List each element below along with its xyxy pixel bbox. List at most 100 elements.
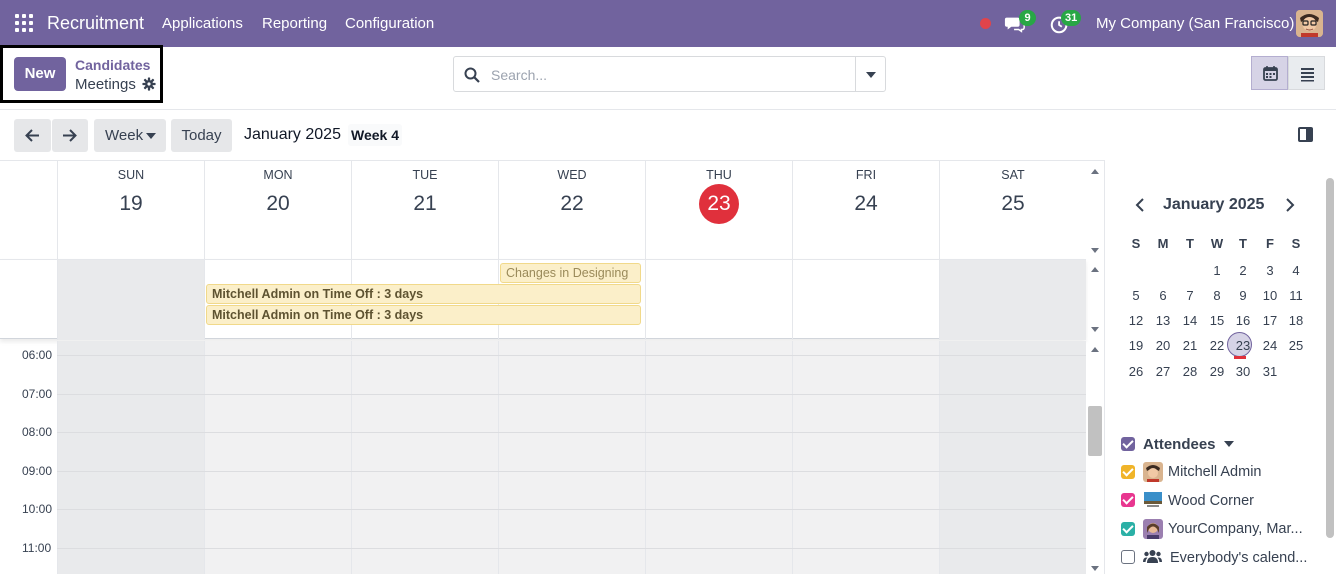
mini-day[interactable]: 4 [1284, 263, 1308, 278]
allday-cell[interactable] [939, 260, 1086, 340]
mini-day[interactable]: 24 [1258, 338, 1282, 353]
users-icon [1143, 550, 1162, 563]
mini-day[interactable]: 17 [1258, 313, 1282, 328]
sidebar-toggle-icon[interactable] [1298, 127, 1313, 142]
day-number: 25 [1001, 192, 1025, 215]
scroll-down-icon[interactable] [1091, 248, 1099, 253]
next-button[interactable] [52, 119, 88, 152]
day-header[interactable]: TUE 21 [351, 161, 498, 259]
day-header[interactable]: SAT 25 [939, 161, 1086, 259]
mini-day[interactable]: 19 [1124, 338, 1148, 353]
mini-day[interactable]: 15 [1205, 313, 1229, 328]
attendees-title[interactable]: Attendees [1143, 436, 1234, 453]
mini-prev-icon[interactable] [1133, 197, 1147, 213]
mini-day[interactable]: 22 [1205, 338, 1229, 353]
hour-line [57, 432, 1086, 433]
allday-cell[interactable] [645, 260, 792, 340]
breadcrumb-candidates[interactable]: Candidates [75, 57, 150, 73]
attendee-checkbox[interactable] [1121, 522, 1135, 536]
mini-day[interactable]: 28 [1178, 364, 1202, 379]
mini-day[interactable]: 21 [1178, 338, 1202, 353]
search-input[interactable] [491, 64, 851, 86]
scroll-down-icon[interactable] [1091, 327, 1099, 332]
day-name: TUE [412, 168, 438, 182]
time-column[interactable] [204, 341, 351, 574]
mini-day[interactable]: 2 [1231, 263, 1255, 278]
event-time-off[interactable]: Mitchell Admin on Time Off : 3 days [206, 284, 641, 304]
time-column[interactable] [498, 341, 645, 574]
attendee-checkbox[interactable] [1121, 493, 1135, 507]
user-avatar[interactable] [1296, 10, 1323, 37]
mini-day[interactable]: 20 [1151, 338, 1175, 353]
allday-cell[interactable] [57, 260, 204, 340]
event-changes-in-designing[interactable]: Changes in Designing [500, 263, 641, 283]
status-dot-icon[interactable] [980, 18, 991, 29]
day-header[interactable]: MON 20 [204, 161, 351, 259]
mini-weekday-head: T [1239, 236, 1247, 251]
scroll-down-icon[interactable] [1091, 566, 1099, 571]
hour-line [57, 355, 1086, 356]
event-time-off[interactable]: Mitchell Admin on Time Off : 3 days [206, 305, 641, 325]
today-button[interactable]: Today [171, 119, 232, 152]
mini-day[interactable]: 11 [1284, 288, 1308, 303]
calendar-view-button[interactable] [1251, 56, 1288, 90]
scale-dropdown[interactable]: Week [94, 119, 166, 152]
mini-day[interactable]: 10 [1258, 288, 1282, 303]
previous-button[interactable] [14, 119, 51, 152]
menu-applications[interactable]: Applications [162, 15, 243, 32]
mini-day[interactable]: 18 [1284, 313, 1308, 328]
list-view-button[interactable] [1288, 56, 1325, 90]
mini-day[interactable]: 16 [1231, 313, 1255, 328]
week-calendar: SUN 19 MON 20 TUE 21 WED 22 THU 23 FRI 24 SAT 25 Chan… [0, 160, 1104, 574]
mini-day[interactable]: 3 [1258, 263, 1282, 278]
company-switcher[interactable]: My Company (San Francisco) [1096, 15, 1294, 32]
time-column[interactable] [57, 341, 204, 574]
mini-day[interactable]: 1 [1205, 263, 1229, 278]
mini-day[interactable]: 13 [1151, 313, 1175, 328]
time-column[interactable] [351, 341, 498, 574]
day-header[interactable]: SUN 19 [57, 161, 204, 259]
mini-day[interactable]: 27 [1151, 364, 1175, 379]
menu-configuration[interactable]: Configuration [345, 15, 434, 32]
allday-cell[interactable] [792, 260, 939, 340]
time-column[interactable] [645, 341, 792, 574]
hour-label: 07:00 [22, 387, 53, 401]
attendee-checkbox[interactable] [1121, 550, 1135, 564]
day-number: 21 [413, 192, 437, 215]
mini-day[interactable]: 7 [1178, 288, 1202, 303]
new-button[interactable]: New [14, 57, 66, 91]
today-day-number: 23 [699, 184, 739, 224]
mini-day[interactable]: 26 [1124, 364, 1148, 379]
day-header[interactable]: WED 22 [498, 161, 645, 259]
mini-day[interactable]: 29 [1205, 364, 1229, 379]
search-options-toggle[interactable] [855, 57, 885, 91]
mini-day[interactable]: 5 [1124, 288, 1148, 303]
mini-day[interactable]: 9 [1231, 288, 1255, 303]
menu-reporting[interactable]: Reporting [262, 15, 327, 32]
day-header[interactable]: FRI 24 [792, 161, 939, 259]
attendee-checkbox[interactable] [1121, 465, 1135, 479]
attendee-name: Wood Corner [1168, 493, 1254, 509]
mini-day[interactable]: 30 [1231, 364, 1255, 379]
day-header[interactable]: THU 23 [645, 161, 792, 259]
mini-day[interactable]: 12 [1124, 313, 1148, 328]
mini-day[interactable]: 14 [1178, 313, 1202, 328]
mini-day[interactable]: 6 [1151, 288, 1175, 303]
page-scrollbar[interactable] [1326, 178, 1334, 538]
mini-day[interactable]: 8 [1205, 288, 1229, 303]
attendee-avatar [1143, 519, 1163, 539]
gear-icon[interactable] [142, 77, 156, 91]
mini-day-selected[interactable]: 23 [1231, 338, 1255, 353]
scroll-up-icon[interactable] [1091, 169, 1099, 174]
mini-day[interactable]: 31 [1258, 364, 1282, 379]
mini-day[interactable]: 25 [1284, 338, 1308, 353]
mini-next-icon[interactable] [1283, 197, 1297, 213]
app-name[interactable]: Recruitment [47, 13, 144, 34]
apps-menu-icon[interactable] [15, 14, 33, 32]
scroll-up-icon[interactable] [1091, 347, 1099, 352]
time-column[interactable] [939, 341, 1086, 574]
time-column[interactable] [792, 341, 939, 574]
calendar-scrollbar[interactable] [1088, 406, 1102, 456]
attendees-select-all-checkbox[interactable] [1121, 437, 1135, 451]
scroll-up-icon[interactable] [1091, 267, 1099, 272]
